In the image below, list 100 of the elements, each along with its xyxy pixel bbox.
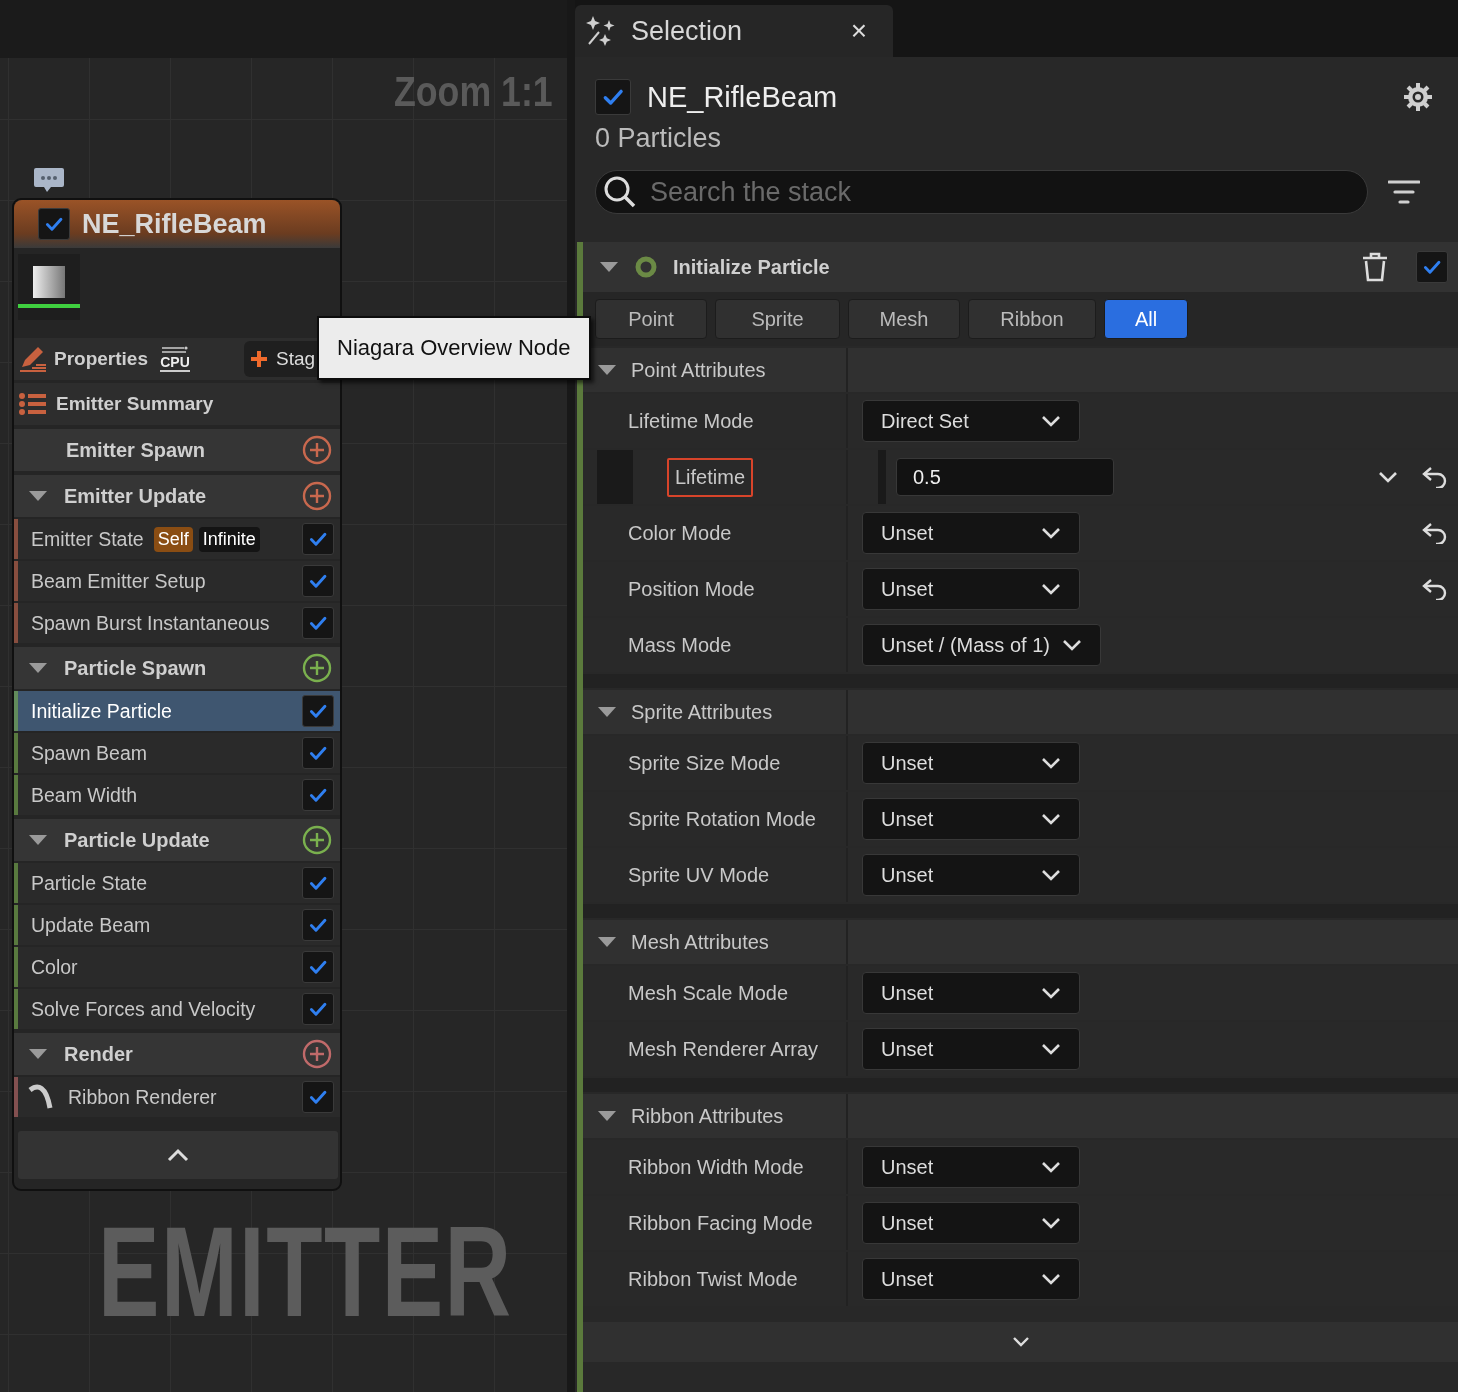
dropdown[interactable]: Unset (862, 1028, 1080, 1070)
checkbox[interactable] (302, 523, 334, 555)
chevron-down-icon (1041, 415, 1061, 427)
expand-triangle-icon[interactable] (28, 1048, 48, 1060)
module-header[interactable]: Initialize Particle (583, 242, 1458, 292)
pencil-icon (18, 345, 48, 373)
attribute-label: Sprite Size Mode (628, 751, 781, 775)
reset-arrow-icon[interactable] (1422, 578, 1448, 600)
dropdown[interactable]: Unset (862, 1146, 1080, 1188)
filter-tab[interactable]: Mesh (848, 299, 960, 339)
checkbox[interactable] (302, 951, 334, 983)
checkbox[interactable] (302, 867, 334, 899)
module-item[interactable]: Particle State (14, 863, 340, 903)
emitter-summary-label: Emitter Summary (56, 393, 214, 415)
search-field[interactable]: Search the stack (595, 170, 1368, 214)
module-label: Particle State (31, 871, 147, 895)
checkbox[interactable] (302, 1081, 334, 1113)
section-title: Mesh Attributes (631, 930, 769, 954)
add-module-icon[interactable] (302, 825, 332, 855)
attribute-label: Mass Mode (628, 633, 732, 657)
checkbox[interactable] (302, 993, 334, 1025)
dropdown[interactable]: Unset (862, 1258, 1080, 1300)
module-item[interactable]: Spawn Burst Instantaneous (14, 603, 340, 643)
emitter-summary-row[interactable]: Emitter Summary (14, 383, 340, 425)
chevron-down-icon (1041, 583, 1061, 595)
attribute-label: Mesh Renderer Array (628, 1037, 819, 1061)
attribute-label: Sprite Rotation Mode (628, 807, 816, 831)
chevron-down-icon[interactable] (1378, 471, 1398, 483)
dropdown[interactable]: Unset (862, 972, 1080, 1014)
dropdown[interactable]: Unset (862, 1202, 1080, 1244)
filter-tab[interactable]: All (1104, 299, 1189, 339)
checkbox[interactable] (302, 695, 334, 727)
add-module-icon[interactable] (302, 653, 332, 683)
expand-triangle-icon[interactable] (28, 662, 48, 674)
filter-tab[interactable]: Ribbon (968, 299, 1096, 339)
module-label: Beam Emitter Setup (31, 569, 206, 593)
close-button[interactable]: × (850, 15, 867, 47)
module-item[interactable]: Spawn Beam (14, 733, 340, 773)
attribute-label: Sprite UV Mode (628, 863, 770, 887)
stack-group-header[interactable]: Particle Spawn (14, 647, 340, 689)
dropdown[interactable]: Direct Set (862, 400, 1080, 442)
trash-icon[interactable] (1362, 252, 1388, 282)
module-item[interactable]: Initialize Particle (14, 691, 340, 731)
reset-arrow-icon[interactable] (1422, 522, 1448, 544)
attribute-label: Ribbon Width Mode (628, 1155, 804, 1179)
filter-icon[interactable] (1388, 179, 1420, 205)
attribute-label: Lifetime Mode (628, 409, 754, 433)
panel-tab[interactable]: Selection × (575, 5, 893, 57)
checkbox[interactable] (1416, 251, 1448, 283)
section-header[interactable]: Point Attributes (583, 348, 1458, 392)
expand-triangle-icon[interactable] (599, 261, 619, 273)
module-item[interactable]: Ribbon Renderer (14, 1077, 340, 1117)
expand-triangle-icon[interactable] (28, 490, 48, 502)
expand-triangle-icon[interactable] (28, 834, 48, 846)
settings-icon[interactable] (1402, 81, 1434, 113)
reset-arrow-icon[interactable] (1422, 466, 1448, 488)
checkbox[interactable] (302, 565, 334, 597)
checkbox[interactable] (595, 79, 631, 115)
expand-triangle-icon[interactable] (597, 1110, 617, 1122)
chevron-down-icon (1041, 813, 1061, 825)
checkbox[interactable] (302, 737, 334, 769)
filter-tab[interactable]: Point (595, 299, 707, 339)
checkbox[interactable] (302, 779, 334, 811)
section-header[interactable]: Ribbon Attributes (583, 1094, 1458, 1138)
checkbox[interactable] (302, 909, 334, 941)
add-module-icon[interactable] (302, 481, 332, 511)
module-item[interactable]: Emitter State Self Infinite (14, 519, 340, 559)
dropdown[interactable]: Unset (862, 512, 1080, 554)
module-item[interactable]: Beam Emitter Setup (14, 561, 340, 601)
stack-group-header[interactable]: Render (14, 1033, 340, 1075)
comment-icon[interactable] (33, 166, 65, 194)
filter-tab[interactable]: Sprite (715, 299, 840, 339)
dropdown[interactable]: Unset (862, 798, 1080, 840)
stack-group-header[interactable]: Particle Update (14, 819, 340, 861)
chevron-down-icon (1041, 527, 1061, 539)
module-item[interactable]: Solve Forces and Velocity (14, 989, 340, 1029)
module-item[interactable]: Update Beam (14, 905, 340, 945)
module-item[interactable]: Beam Width (14, 775, 340, 815)
chevron-down-icon (1041, 1161, 1061, 1173)
section-header[interactable]: Sprite Attributes (583, 690, 1458, 734)
expand-triangle-icon[interactable] (597, 706, 617, 718)
dropdown[interactable]: Unset / (Mass of 1) (862, 624, 1101, 666)
stack-group-header[interactable]: Emitter Spawn (14, 429, 340, 471)
module-label: Beam Width (31, 783, 138, 807)
dropdown[interactable]: Unset (862, 742, 1080, 784)
add-module-icon[interactable] (302, 1039, 332, 1069)
number-field[interactable]: 0.5 (896, 458, 1114, 496)
checkbox[interactable] (38, 208, 70, 240)
module-label: Solve Forces and Velocity (31, 997, 256, 1021)
checkbox[interactable] (302, 607, 334, 639)
attribute-label: Position Mode (628, 577, 755, 601)
dropdown[interactable]: Unset (862, 854, 1080, 896)
dropdown[interactable]: Unset (862, 568, 1080, 610)
expand-triangle-icon[interactable] (597, 364, 617, 376)
expand-triangle-icon[interactable] (597, 936, 617, 948)
add-module-icon[interactable] (302, 435, 332, 465)
properties-label: Properties (54, 348, 148, 370)
module-item[interactable]: Color (14, 947, 340, 987)
section-header[interactable]: Mesh Attributes (583, 920, 1458, 964)
stack-group-header[interactable]: Emitter Update (14, 475, 340, 517)
